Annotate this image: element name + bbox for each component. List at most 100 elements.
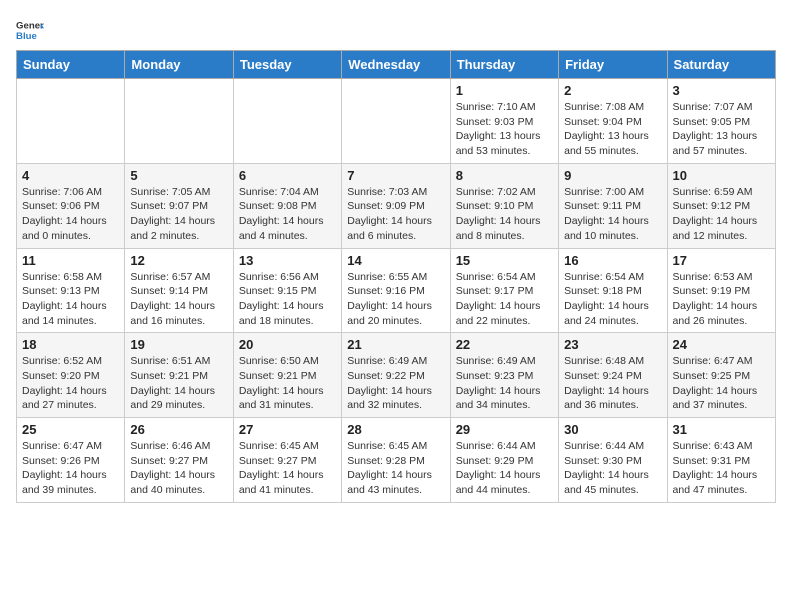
- day-cell: 29 Sunrise: 6:44 AM Sunset: 9:29 PM Dayli…: [450, 418, 558, 503]
- day-cell: 26 Sunrise: 6:46 AM Sunset: 9:27 PM Dayli…: [125, 418, 233, 503]
- day-cell: 21Sunrise: 6:49 AM Sunset: 9:22 PM Dayli…: [342, 333, 450, 418]
- day-info: Sunrise: 7:04 AM Sunset: 9:08 PM Dayligh…: [239, 185, 336, 244]
- day-cell: 23 Sunrise: 6:48 AM Sunset: 9:24 PM Dayli…: [559, 333, 667, 418]
- day-cell: 25 Sunrise: 6:47 AM Sunset: 9:26 PM Dayli…: [17, 418, 125, 503]
- day-number: 31: [673, 422, 770, 437]
- day-info: Sunrise: 7:10 AM Sunset: 9:03 PM Dayligh…: [456, 100, 553, 159]
- day-cell: 22 Sunrise: 6:49 AM Sunset: 9:23 PM Dayli…: [450, 333, 558, 418]
- day-number: 9: [564, 168, 661, 183]
- day-number: 23: [564, 337, 661, 352]
- day-info: Sunrise: 7:08 AM Sunset: 9:04 PM Dayligh…: [564, 100, 661, 159]
- day-info: Sunrise: 6:49 AM Sunset: 9:23 PM Dayligh…: [456, 354, 553, 413]
- day-info: Sunrise: 7:07 AM Sunset: 9:05 PM Dayligh…: [673, 100, 770, 159]
- day-info: Sunrise: 6:46 AM Sunset: 9:27 PM Dayligh…: [130, 439, 227, 498]
- day-number: 20: [239, 337, 336, 352]
- day-cell: 27 Sunrise: 6:45 AM Sunset: 9:27 PM Dayli…: [233, 418, 341, 503]
- day-cell: 13 Sunrise: 6:56 AM Sunset: 9:15 PM Dayli…: [233, 248, 341, 333]
- day-number: 29: [456, 422, 553, 437]
- day-info: Sunrise: 6:45 AM Sunset: 9:27 PM Dayligh…: [239, 439, 336, 498]
- day-cell: 6Sunrise: 7:04 AM Sunset: 9:08 PM Daylig…: [233, 163, 341, 248]
- day-cell: 10 Sunrise: 6:59 AM Sunset: 9:12 PM Dayli…: [667, 163, 775, 248]
- day-number: 30: [564, 422, 661, 437]
- day-info: Sunrise: 7:00 AM Sunset: 9:11 PM Dayligh…: [564, 185, 661, 244]
- day-cell: 2 Sunrise: 7:08 AM Sunset: 9:04 PM Daylig…: [559, 79, 667, 164]
- day-number: 25: [22, 422, 119, 437]
- day-info: Sunrise: 6:56 AM Sunset: 9:15 PM Dayligh…: [239, 270, 336, 329]
- day-cell: 5 Sunrise: 7:05 AM Sunset: 9:07 PM Daylig…: [125, 163, 233, 248]
- day-cell: 24 Sunrise: 6:47 AM Sunset: 9:25 PM Dayli…: [667, 333, 775, 418]
- day-info: Sunrise: 6:54 AM Sunset: 9:18 PM Dayligh…: [564, 270, 661, 329]
- day-info: Sunrise: 6:55 AM Sunset: 9:16 PM Dayligh…: [347, 270, 444, 329]
- day-info: Sunrise: 6:59 AM Sunset: 9:12 PM Dayligh…: [673, 185, 770, 244]
- day-number: 3: [673, 83, 770, 98]
- day-cell: [233, 79, 341, 164]
- day-number: 21: [347, 337, 444, 352]
- day-number: 18: [22, 337, 119, 352]
- day-number: 10: [673, 168, 770, 183]
- day-info: Sunrise: 6:44 AM Sunset: 9:30 PM Dayligh…: [564, 439, 661, 498]
- day-cell: 4Sunrise: 7:06 AM Sunset: 9:06 PM Daylig…: [17, 163, 125, 248]
- day-number: 24: [673, 337, 770, 352]
- day-cell: 20 Sunrise: 6:50 AM Sunset: 9:21 PM Dayli…: [233, 333, 341, 418]
- day-cell: [342, 79, 450, 164]
- day-number: 16: [564, 253, 661, 268]
- day-number: 12: [130, 253, 227, 268]
- day-cell: [17, 79, 125, 164]
- day-number: 8: [456, 168, 553, 183]
- day-info: Sunrise: 6:57 AM Sunset: 9:14 PM Dayligh…: [130, 270, 227, 329]
- week-row-1: 1Sunrise: 7:10 AM Sunset: 9:03 PM Daylig…: [17, 79, 776, 164]
- col-header-tuesday: Tuesday: [233, 51, 341, 79]
- day-cell: 14 Sunrise: 6:55 AM Sunset: 9:16 PM Dayli…: [342, 248, 450, 333]
- day-cell: 19 Sunrise: 6:51 AM Sunset: 9:21 PM Dayli…: [125, 333, 233, 418]
- day-info: Sunrise: 6:58 AM Sunset: 9:13 PM Dayligh…: [22, 270, 119, 329]
- svg-text:Blue: Blue: [16, 31, 37, 42]
- day-cell: 9 Sunrise: 7:00 AM Sunset: 9:11 PM Daylig…: [559, 163, 667, 248]
- day-cell: 28 Sunrise: 6:45 AM Sunset: 9:28 PM Dayli…: [342, 418, 450, 503]
- day-cell: 16 Sunrise: 6:54 AM Sunset: 9:18 PM Dayli…: [559, 248, 667, 333]
- day-info: Sunrise: 6:53 AM Sunset: 9:19 PM Dayligh…: [673, 270, 770, 329]
- col-header-monday: Monday: [125, 51, 233, 79]
- day-info: Sunrise: 7:05 AM Sunset: 9:07 PM Dayligh…: [130, 185, 227, 244]
- day-number: 5: [130, 168, 227, 183]
- day-number: 22: [456, 337, 553, 352]
- day-number: 27: [239, 422, 336, 437]
- day-cell: 8 Sunrise: 7:02 AM Sunset: 9:10 PM Daylig…: [450, 163, 558, 248]
- svg-text:General: General: [16, 20, 44, 31]
- week-row-2: 4Sunrise: 7:06 AM Sunset: 9:06 PM Daylig…: [17, 163, 776, 248]
- col-header-sunday: Sunday: [17, 51, 125, 79]
- day-info: Sunrise: 6:48 AM Sunset: 9:24 PM Dayligh…: [564, 354, 661, 413]
- day-cell: 15Sunrise: 6:54 AM Sunset: 9:17 PM Dayli…: [450, 248, 558, 333]
- day-number: 13: [239, 253, 336, 268]
- col-header-saturday: Saturday: [667, 51, 775, 79]
- day-info: Sunrise: 6:51 AM Sunset: 9:21 PM Dayligh…: [130, 354, 227, 413]
- logo-icon: General Blue: [16, 16, 44, 44]
- calendar-header-row: SundayMondayTuesdayWednesdayThursdayFrid…: [17, 51, 776, 79]
- logo: General Blue: [16, 16, 44, 44]
- day-number: 26: [130, 422, 227, 437]
- day-number: 11: [22, 253, 119, 268]
- day-number: 7: [347, 168, 444, 183]
- day-info: Sunrise: 7:02 AM Sunset: 9:10 PM Dayligh…: [456, 185, 553, 244]
- day-number: 28: [347, 422, 444, 437]
- day-number: 14: [347, 253, 444, 268]
- day-info: Sunrise: 6:50 AM Sunset: 9:21 PM Dayligh…: [239, 354, 336, 413]
- day-cell: 17 Sunrise: 6:53 AM Sunset: 9:19 PM Dayli…: [667, 248, 775, 333]
- day-cell: 18Sunrise: 6:52 AM Sunset: 9:20 PM Dayli…: [17, 333, 125, 418]
- day-number: 17: [673, 253, 770, 268]
- day-number: 15: [456, 253, 553, 268]
- day-info: Sunrise: 6:47 AM Sunset: 9:25 PM Dayligh…: [673, 354, 770, 413]
- day-info: Sunrise: 7:03 AM Sunset: 9:09 PM Dayligh…: [347, 185, 444, 244]
- day-number: 19: [130, 337, 227, 352]
- day-cell: 7 Sunrise: 7:03 AM Sunset: 9:09 PM Daylig…: [342, 163, 450, 248]
- day-cell: 31Sunrise: 6:43 AM Sunset: 9:31 PM Dayli…: [667, 418, 775, 503]
- col-header-thursday: Thursday: [450, 51, 558, 79]
- day-number: 4: [22, 168, 119, 183]
- day-info: Sunrise: 6:47 AM Sunset: 9:26 PM Dayligh…: [22, 439, 119, 498]
- day-info: Sunrise: 6:45 AM Sunset: 9:28 PM Dayligh…: [347, 439, 444, 498]
- week-row-3: 11 Sunrise: 6:58 AM Sunset: 9:13 PM Dayli…: [17, 248, 776, 333]
- day-cell: [125, 79, 233, 164]
- day-cell: 1Sunrise: 7:10 AM Sunset: 9:03 PM Daylig…: [450, 79, 558, 164]
- day-cell: 11 Sunrise: 6:58 AM Sunset: 9:13 PM Dayli…: [17, 248, 125, 333]
- day-info: Sunrise: 6:44 AM Sunset: 9:29 PM Dayligh…: [456, 439, 553, 498]
- day-number: 2: [564, 83, 661, 98]
